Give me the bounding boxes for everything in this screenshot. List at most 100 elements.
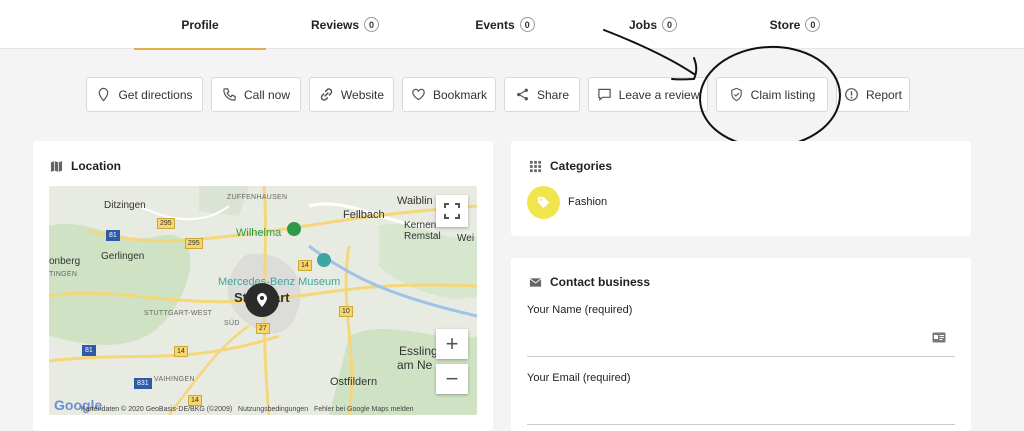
contact-title: Contact business [550, 275, 651, 289]
tab-profile-label: Profile [181, 17, 219, 32]
bookmark-label: Bookmark [432, 87, 488, 102]
map-label-esslingen-a: Essling [399, 344, 438, 358]
map-icon [50, 160, 63, 172]
leave-review-label: Leave a review [618, 87, 700, 102]
envelope-icon [529, 277, 542, 287]
profile-tab-bar: Profile Reviews 0 Events 0 Jobs 0 Store … [0, 0, 1024, 50]
road-shield: 14 [298, 260, 312, 271]
get-directions-label: Get directions [118, 87, 193, 102]
road-shield: 81 [106, 230, 120, 241]
map-attribution-text: Kartendaten © 2020 GeoBasis-DE/BKG (©200… [81, 406, 233, 413]
share-button[interactable]: Share [504, 77, 580, 112]
shield-check-icon [730, 87, 742, 102]
location-title: Location [71, 159, 121, 173]
road-shield: 14 [188, 395, 202, 406]
pin-glyph-icon [257, 293, 267, 307]
map-attribution: Kartendaten © 2020 GeoBasis-DE/BKG (©200… [81, 406, 414, 413]
fullscreen-icon [444, 203, 460, 219]
tab-jobs[interactable]: Jobs 0 [578, 0, 728, 49]
map-pin-icon [99, 87, 109, 102]
categories-heading: Categories [529, 159, 612, 173]
tag-icon [537, 196, 550, 209]
map-label-museum: Mercedes-Benz Museum [218, 276, 341, 288]
alert-circle-icon [845, 88, 858, 101]
claim-listing-button[interactable]: Claim listing [716, 77, 828, 112]
location-map[interactable]: ZUFFENHAUSEN Ditzingen Fellbach Waiblin … [49, 186, 477, 415]
museum-icon [317, 253, 331, 267]
grid-icon [529, 160, 542, 172]
name-field-label: Your Name (required) [527, 304, 633, 316]
map-label-wilhelma: Wilhelma [236, 227, 282, 239]
email-field-label: Your Email (required) [527, 372, 631, 384]
share-icon [517, 88, 528, 101]
tab-reviews[interactable]: Reviews 0 [270, 0, 420, 49]
comment-icon [597, 88, 611, 101]
tab-jobs-label: Jobs [628, 17, 657, 32]
map-terms-link[interactable]: Nutzungsbedingungen [238, 406, 308, 413]
name-field-underline [527, 356, 955, 357]
report-label: Report [865, 87, 903, 102]
road-shield: 81 [82, 345, 96, 356]
contact-heading: Contact business [529, 275, 650, 289]
map-label-stuttgart-west: STUTTGART-WEST [144, 310, 213, 317]
tab-events-label: Events [475, 17, 515, 32]
tab-store[interactable]: Store 0 [720, 0, 870, 49]
email-field-underline [527, 424, 955, 425]
location-pin-icon[interactable] [245, 283, 279, 317]
road-shield: 14 [174, 346, 188, 357]
map-label-gerlingen: Gerlingen [101, 251, 145, 262]
share-label: Share [536, 87, 570, 102]
road-shield: 27 [256, 323, 270, 334]
fullscreen-button[interactable] [436, 195, 468, 227]
tab-reviews-label: Reviews [310, 17, 360, 32]
category-fashion-label[interactable]: Fashion [568, 196, 607, 208]
map-label-remstal: Remstal [404, 231, 441, 242]
map-label-fellbach: Fellbach [343, 209, 385, 221]
road-shield: 10 [339, 306, 353, 317]
map-label-weinstadt: Wei [457, 233, 475, 244]
categories-card [511, 141, 971, 236]
zoom-out-button[interactable]: − [436, 364, 468, 394]
events-count-badge: 0 [519, 17, 535, 32]
road-shield: 295 [157, 218, 175, 229]
zoom-in-button[interactable]: + [436, 329, 468, 359]
map-label-waiblingen: Waiblin [397, 195, 433, 207]
website-button[interactable]: Website [309, 77, 394, 112]
tab-store-label: Store [769, 17, 801, 32]
map-label-vaihingen: VAIHINGEN [154, 376, 195, 383]
road-shield: 295 [185, 238, 203, 249]
map-label-zuffenhausen: ZUFFENHAUSEN [227, 194, 288, 201]
map-label-esslingen-b: am Ne [397, 358, 433, 372]
map-label-ostfildern: Ostfildern [330, 376, 378, 388]
road-shield: 831 [134, 378, 152, 389]
map-label-ditzingen: Ditzingen [104, 200, 146, 211]
email-field[interactable] [527, 390, 955, 424]
category-fashion-icon[interactable] [527, 186, 560, 219]
map-label-tingen: TINGEN [49, 271, 78, 278]
website-label: Website [340, 87, 385, 102]
categories-title: Categories [550, 159, 613, 173]
get-directions-button[interactable]: Get directions [86, 77, 203, 112]
claim-listing-label: Claim listing [750, 87, 816, 102]
heart-icon [412, 88, 425, 101]
name-field[interactable] [527, 322, 955, 356]
map-label-kernen: Kernen [404, 220, 437, 231]
map-label-onberg: onberg [49, 256, 81, 267]
bookmark-button[interactable]: Bookmark [402, 77, 496, 112]
map-report-error-link[interactable]: Fehler bei Google Maps melden [314, 406, 414, 413]
map-label-sud: SÜD [224, 320, 240, 327]
location-heading: Location [50, 159, 121, 173]
call-now-button[interactable]: Call now [211, 77, 301, 112]
reviews-count-badge: 0 [364, 17, 380, 32]
store-count-badge: 0 [805, 17, 821, 32]
phone-icon [223, 88, 236, 101]
link-icon [320, 88, 333, 101]
zoo-icon [287, 222, 301, 236]
tab-profile[interactable]: Profile [134, 0, 266, 50]
leave-review-button[interactable]: Leave a review [588, 77, 708, 112]
report-button[interactable]: Report [836, 77, 910, 112]
contact-card-icon [932, 332, 946, 343]
tab-events[interactable]: Events 0 [430, 0, 580, 49]
jobs-count-badge: 0 [662, 17, 677, 32]
call-now-label: Call now [243, 87, 291, 102]
